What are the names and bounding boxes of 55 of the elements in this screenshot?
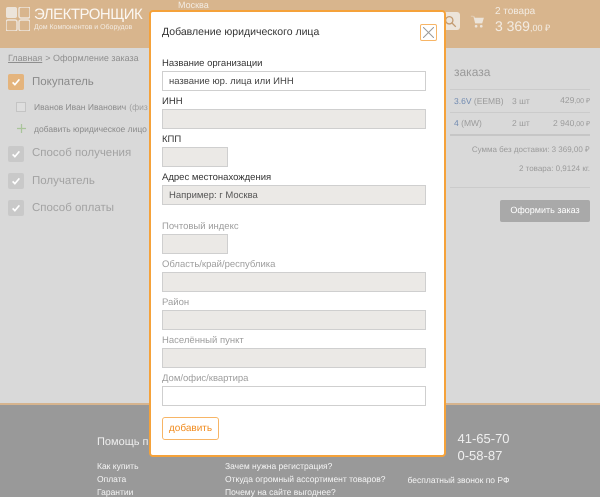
order-title: заказа — [453, 64, 492, 81]
phone-number: 41-65-70 — [456, 430, 510, 447]
field-label: Населённый пункт — [162, 335, 245, 346]
weight-text: 2 товара: 0,9124 кг. — [518, 163, 590, 175]
footer-link[interactable]: Зачем нужна регистрация? — [225, 461, 332, 472]
close-icon[interactable] — [423, 27, 434, 38]
product-name: 3.6V (EEMB) — [453, 94, 505, 108]
city-label: Москва — [178, 0, 209, 10]
field-label: ИНН — [162, 96, 184, 107]
field-label: Район — [162, 297, 190, 308]
phone-number: 0-58-87 — [456, 447, 504, 464]
logo-title: ЭЛЕКТРОНЩИК — [34, 6, 142, 23]
step-title: Покупатель — [32, 74, 94, 90]
cart-count: 2 товара — [494, 6, 536, 18]
check-icon — [10, 202, 22, 214]
cart-icon[interactable] — [470, 14, 485, 28]
breadcrumb-link[interactable]: Главная — [8, 52, 42, 66]
breadcrumb-current: > Оформление заказа — [45, 52, 139, 65]
dialog-title: Добавление юридического лица — [162, 24, 320, 40]
checkout-button[interactable]: Оформить заказ — [500, 200, 590, 222]
field-label: Почтовый индекс — [162, 221, 240, 232]
input-field[interactable]: название юр. лица или ИНН — [162, 71, 426, 91]
plus-icon — [17, 124, 26, 134]
input-field[interactable] — [162, 386, 426, 406]
add-company-link[interactable]: добавить юридическое лицо — [34, 122, 147, 136]
phone-note: бесплатный звонок по РФ — [408, 474, 510, 487]
footer-link[interactable]: Как купить — [97, 461, 138, 472]
footer-link[interactable]: Гарантии — [97, 487, 138, 497]
subtotal-text: Сумма без доставки: 3 369,00 ₽ — [472, 144, 590, 156]
field-label: Дом/офис/квартира — [162, 373, 250, 384]
step-checkbox[interactable] — [8, 200, 24, 216]
add-button[interactable]: добавить — [162, 417, 219, 440]
footer-link[interactable]: Откуда огромный ассортимент товаров? — [225, 474, 386, 485]
buyer-name: Иванов Иван Иванович — [34, 100, 126, 114]
field-label: Область/край/республика — [162, 259, 276, 270]
product-name: 4 (MW) — [453, 117, 483, 130]
step-checkbox[interactable] — [8, 74, 24, 90]
field-label: Адрес местонахождения — [162, 172, 272, 183]
step-checkbox[interactable] — [8, 173, 24, 190]
footer-heading: Помощь п — [97, 435, 148, 449]
footer-link[interactable]: Почему на сайте выгоднее? — [225, 487, 336, 497]
logo-icon — [6, 7, 30, 31]
field-label: Название организации — [162, 58, 264, 69]
check-icon — [10, 76, 22, 88]
close-button[interactable] — [420, 24, 437, 41]
cart-total: 3 369,00 ₽ — [494, 18, 550, 36]
buyer-type: (физ — [129, 100, 148, 114]
check-icon — [10, 175, 22, 188]
footer-link[interactable]: Оплата — [97, 474, 138, 485]
search-icon[interactable] — [444, 14, 457, 28]
product-quantity: 3 шт — [512, 94, 531, 108]
field-label: КПП — [162, 134, 182, 145]
step-checkbox[interactable] — [8, 146, 24, 162]
buyer-checkbox[interactable] — [16, 102, 26, 112]
product-quantity: 2 шт — [512, 117, 531, 130]
